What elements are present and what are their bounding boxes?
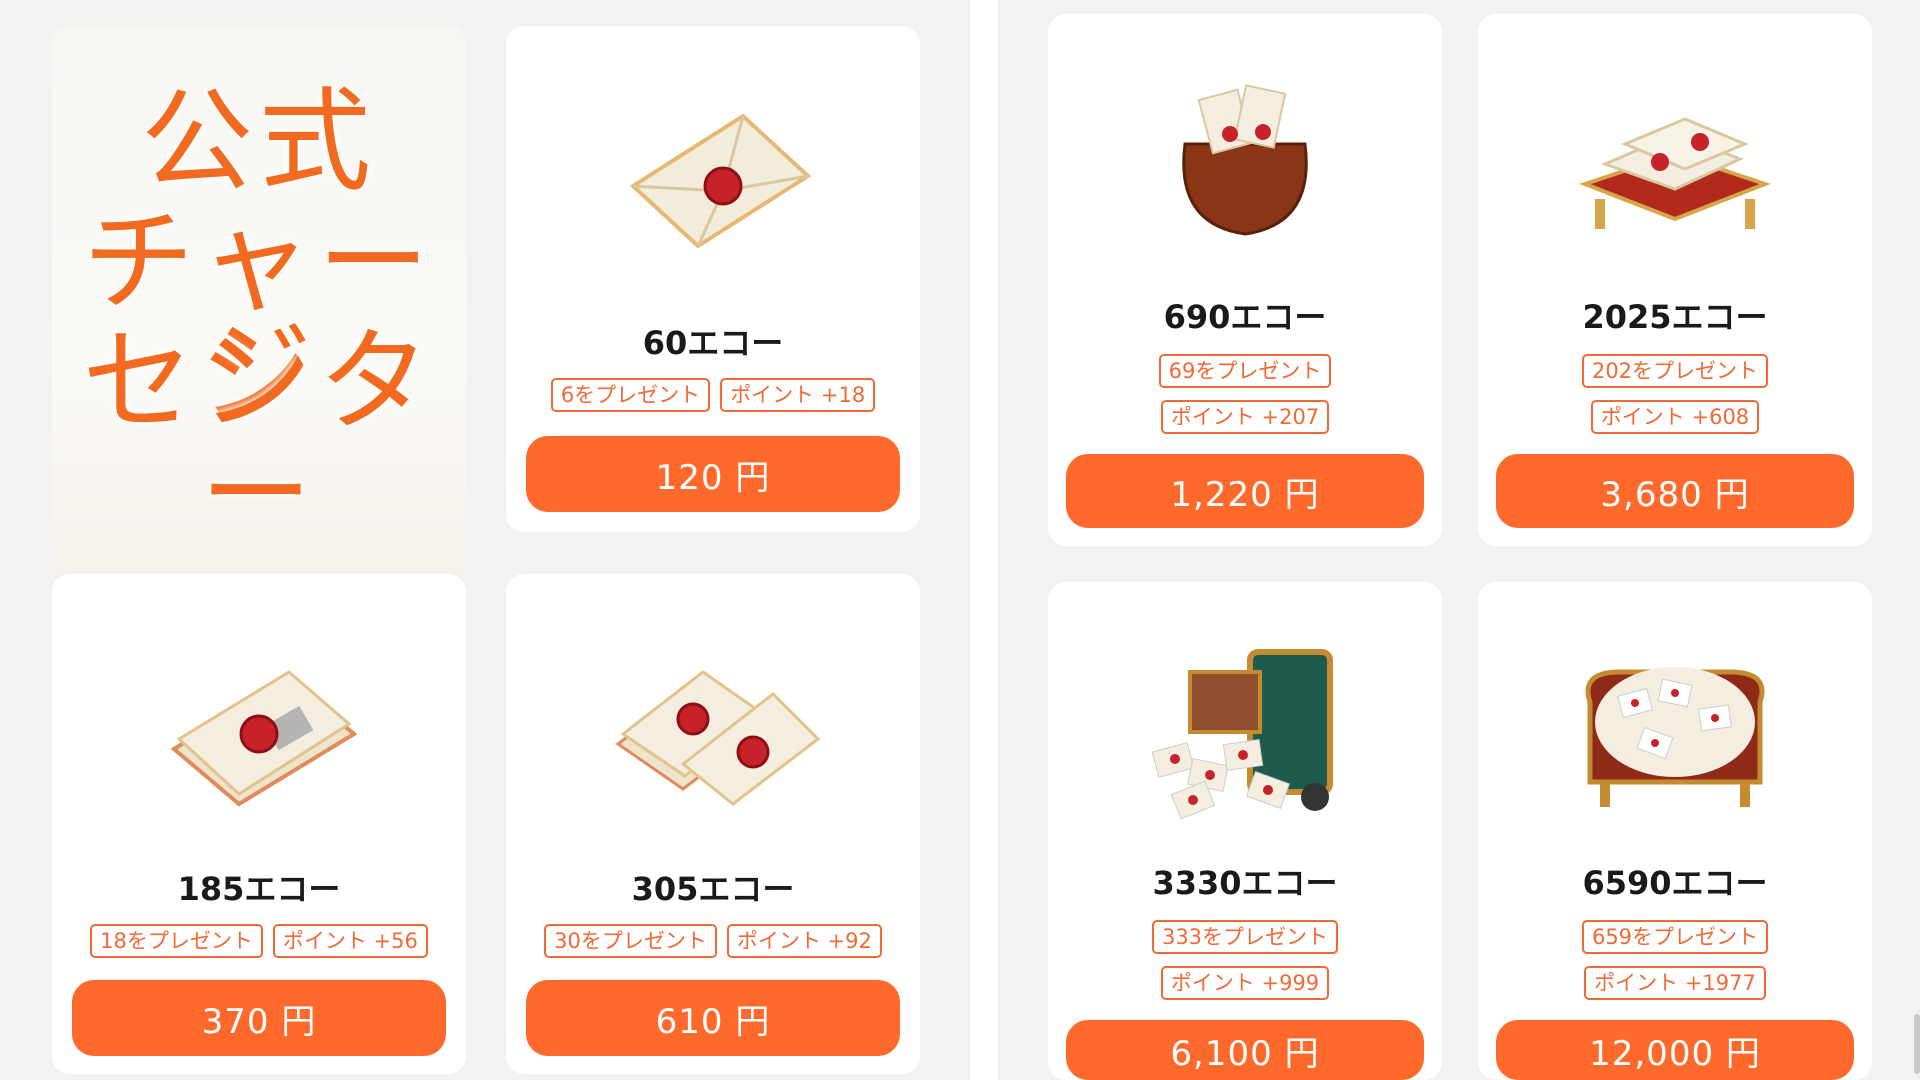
gift-tag: 30をプレゼント [544,924,717,958]
points-tag: ポイント +18 [720,378,876,412]
item-tags: 18をプレゼント ポイント +56 [52,924,466,958]
buy-button[interactable]: 610 円 [526,980,900,1056]
product-card: 3330エコー 333をプレゼント ポイント +999 6,100 円 [1048,582,1442,1080]
points-tag: ポイント +1977 [1584,966,1766,1000]
item-tags: 333をプレゼント ポイント +999 [1048,920,1442,1000]
letter-stack-icon [506,634,920,834]
item-title: 3330エコー [1152,864,1338,902]
sealed-envelope-icon [506,76,920,276]
letter-bundle-icon [52,634,466,834]
gift-tag: 333をプレゼント [1151,920,1339,954]
scrollbar-thumb[interactable] [1914,1014,1920,1074]
buy-button[interactable]: 370 円 [72,980,446,1056]
gift-tag: 659をプレゼント [1581,920,1769,954]
gift-tag: 202をプレゼント [1581,354,1769,388]
promo-banner: 公式 チャージ センター [52,26,466,586]
gift-tag: 69をプレゼント [1158,354,1332,388]
item-title: 305エコー [631,870,795,908]
points-tag: ポイント +92 [726,924,882,958]
letter-bag-icon [1048,54,1442,254]
letter-armchair-icon [1478,612,1872,832]
item-title: 6590エコー [1582,864,1768,902]
item-tags: 30をプレゼント ポイント +92 [506,924,920,958]
points-tag: ポイント +207 [1160,400,1330,434]
buy-button[interactable]: 6,100 円 [1066,1020,1424,1080]
letter-suitcase-icon [1048,612,1442,832]
points-tag: ポイント +999 [1160,966,1330,1000]
product-card: 6590エコー 659をプレゼント ポイント +1977 12,000 円 [1478,582,1872,1080]
item-title: 185エコー [177,870,341,908]
buy-button[interactable]: 3,680 円 [1496,454,1854,528]
points-tag: ポイント +608 [1590,400,1760,434]
item-title: 690エコー [1163,298,1327,336]
gift-tag: 6をプレゼント [550,378,711,412]
product-card: 2025エコー 202をプレゼント ポイント +608 3,680 円 [1478,14,1872,546]
product-card: 305エコー 30をプレゼント ポイント +92 610 円 [506,574,920,1074]
points-tag: ポイント +56 [272,924,428,958]
buy-button[interactable]: 120 円 [526,436,900,512]
left-panel: 公式 チャージ センター 60エコー 6をプレゼント ポイント +18 120 … [0,0,970,1080]
item-tags: 6をプレゼント ポイント +18 [506,378,920,412]
product-card: 690エコー 69をプレゼント ポイント +207 1,220 円 [1048,14,1442,546]
item-title: 60エコー [642,324,784,362]
buy-button[interactable]: 12,000 円 [1496,1020,1854,1080]
item-tags: 202をプレゼント ポイント +608 [1478,354,1872,434]
promo-line-3: センター [82,317,436,559]
item-tags: 659をプレゼント ポイント +1977 [1478,920,1872,1000]
panel-divider [970,0,998,1080]
promo-line-1: 公式 [141,77,377,207]
product-card: 185エコー 18をプレゼント ポイント +56 370 円 [52,574,466,1074]
product-card: 60エコー 6をプレゼント ポイント +18 120 円 [506,26,920,532]
item-tags: 69をプレゼント ポイント +207 [1048,354,1442,434]
gift-tag: 18をプレゼント [90,924,263,958]
buy-button[interactable]: 1,220 円 [1066,454,1424,528]
letter-tray-icon [1478,54,1872,254]
item-title: 2025エコー [1582,298,1768,336]
right-panel: 690エコー 69をプレゼント ポイント +207 1,220 円 2025エコ… [998,0,1920,1080]
